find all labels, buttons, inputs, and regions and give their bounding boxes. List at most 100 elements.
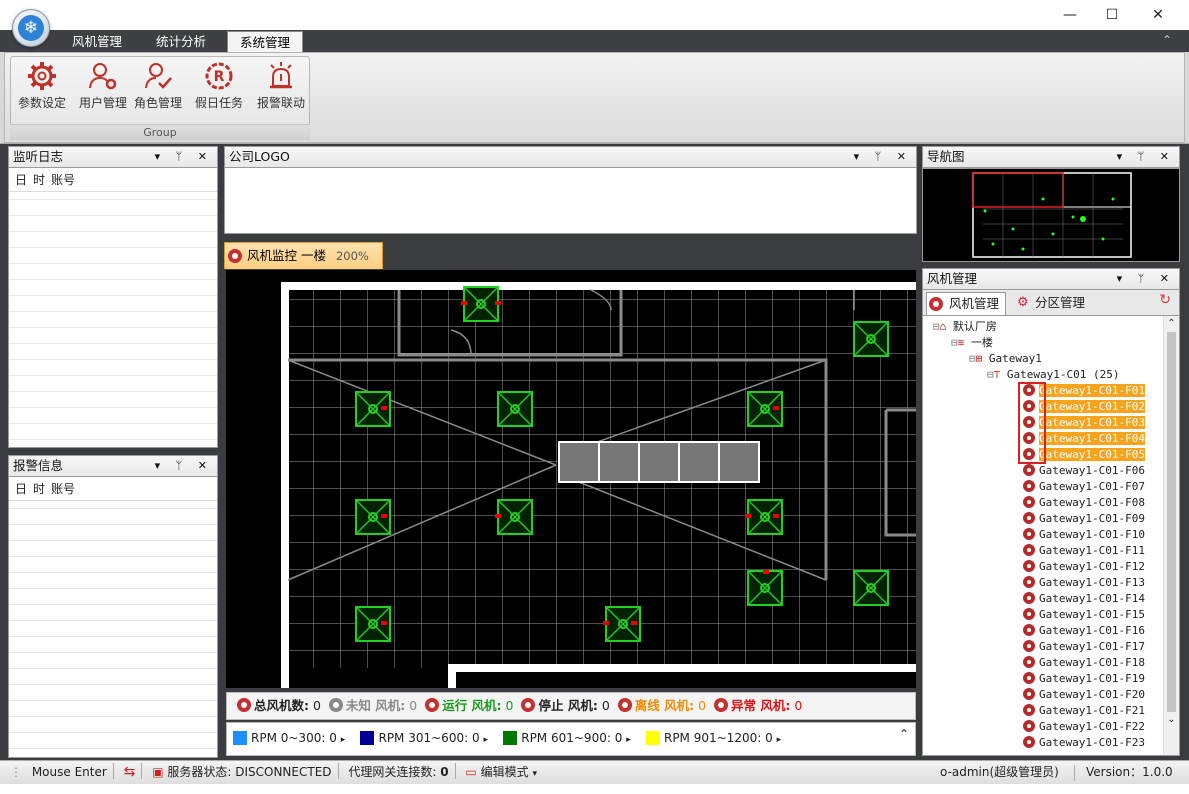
tree-fan-item[interactable]: Gateway1-C01-F17	[1023, 639, 1145, 655]
svg-text:R: R	[214, 69, 225, 85]
rpm-swatch	[233, 731, 247, 745]
tree-node-label: 一楼	[970, 336, 993, 349]
fan-unit[interactable]	[603, 606, 641, 642]
fan-unit[interactable]	[355, 391, 391, 427]
alarm-info-grid[interactable]: 日时账号	[8, 477, 218, 758]
chevron-right-icon[interactable]: ▸	[626, 735, 631, 745]
chevron-right-icon[interactable]: ▸	[777, 735, 782, 745]
fan-unit[interactable]	[355, 606, 391, 642]
scroll-up-icon[interactable]: ⌃	[1164, 316, 1179, 332]
tree-fan-item[interactable]: Gateway1-C01-F20	[1023, 687, 1145, 703]
tree-fan-item[interactable]: Gateway1-C01-F23	[1023, 735, 1145, 751]
fan-unit[interactable]	[853, 321, 889, 357]
fan-icon	[714, 698, 729, 712]
minimize-button[interactable]: —	[1056, 4, 1084, 26]
fan-unit[interactable]	[745, 499, 783, 535]
tree-fan-item[interactable]: Gateway1-C01-F21	[1023, 703, 1145, 719]
fan-icon	[1023, 656, 1035, 668]
panel-controls-icon[interactable]: ▾ ᛘ ✕	[1117, 269, 1175, 289]
scroll-down-icon[interactable]: ⌄	[1164, 712, 1179, 728]
chevron-right-icon[interactable]: ▸	[483, 735, 488, 745]
chevron-down-icon[interactable]: ▾	[532, 769, 537, 779]
fan-unit[interactable]	[461, 286, 501, 322]
collapse-toggle-icon[interactable]: ⊟	[969, 352, 976, 365]
title-bar	[0, 0, 1189, 30]
tab-zone-management[interactable]: ⚙ 分区管理	[1015, 292, 1105, 315]
fan-unit[interactable]	[497, 391, 533, 427]
tree-fan-item[interactable]: Gateway1-C01-F08	[1023, 495, 1145, 511]
tab-system-management[interactable]: 系统管理	[227, 31, 303, 52]
collapse-toggle-icon[interactable]: ⊟	[951, 336, 958, 349]
fan-unit[interactable]	[853, 570, 889, 606]
nav-map-header: 导航图 ▾ ᛘ ✕	[922, 146, 1180, 168]
rpm-swatch	[360, 731, 375, 745]
tree-node-factory[interactable]: ⊟⌂ 默认厂房	[933, 319, 997, 335]
version-label: Version：1.0.0	[1086, 765, 1173, 779]
collapse-toggle-icon[interactable]: ⊟	[933, 320, 940, 333]
alarm-linkage-button[interactable]: 报警联动	[251, 58, 311, 116]
tree-fan-item[interactable]: Gateway1-C01-F06	[1023, 463, 1145, 479]
tree-fan-item[interactable]: Gateway1-C01-F18	[1023, 655, 1145, 671]
floor-plan-canvas[interactable]	[226, 270, 916, 688]
scroll-thumb[interactable]	[1167, 332, 1176, 712]
stopped-fans-label: 停止 风机:	[538, 698, 598, 713]
collapse-toggle-icon[interactable]: ⊟	[987, 368, 994, 381]
tree-fan-item[interactable]: Gateway1-C01-F19	[1023, 671, 1145, 687]
fan-unit[interactable]	[747, 391, 783, 427]
tab-fan-monitor[interactable]: 风机监控 一楼 200%	[224, 242, 383, 269]
tree-scrollbar[interactable]: ⌃ ⌄	[1163, 316, 1179, 755]
tree-fan-item[interactable]: Gateway1-C01-F09	[1023, 511, 1145, 527]
nav-map-thumbnail[interactable]	[922, 168, 1180, 262]
panel-controls-icon[interactable]: ▾ ᛘ ✕	[1117, 147, 1175, 167]
registered-icon: R	[205, 62, 233, 90]
refresh-icon[interactable]: ↻	[1159, 292, 1171, 308]
tree-fan-item[interactable]: Gateway1-C01-F15	[1023, 607, 1145, 623]
layers-icon: ≋	[957, 336, 965, 349]
monitor-log-grid[interactable]: 日时账号	[8, 168, 218, 448]
fan-unit[interactable]	[355, 499, 391, 535]
chevron-right-icon[interactable]: ▸	[341, 735, 346, 745]
running-fans-label: 运行 风机:	[442, 698, 502, 713]
rpm-range-label: RPM 901~1200:	[663, 731, 762, 745]
monitor-icon: ▭	[465, 765, 477, 779]
tab-fan-list[interactable]: 风机管理	[926, 292, 1006, 315]
offline-fans-label: 离线 风机:	[634, 698, 695, 713]
tree-fan-item[interactable]: Gateway1-C01-F14	[1023, 591, 1145, 607]
tree-fan-label: Gateway1-C01-F15	[1039, 608, 1145, 621]
tab-statistics[interactable]: 统计分析	[144, 31, 218, 52]
tree-node-floor[interactable]: ⊟≋ 一楼	[951, 335, 993, 351]
edit-mode-dropdown[interactable]: 编辑模式	[481, 765, 529, 779]
fan-unit[interactable]	[747, 570, 783, 606]
tree-fan-item[interactable]: Gateway1-C01-F13	[1023, 575, 1145, 591]
tree-node-gateway[interactable]: ⊟⊞ Gateway1	[969, 351, 1042, 367]
fan-unit[interactable]	[495, 499, 533, 535]
role-management-button[interactable]: 角色管理	[128, 58, 188, 116]
tree-fan-label: Gateway1-C01-F01	[1039, 384, 1145, 397]
server-icon: ▣	[152, 765, 164, 779]
app-logo-button[interactable]: ❄	[12, 9, 50, 47]
tab-fan-management[interactable]: 风机管理	[60, 31, 134, 52]
chevron-up-icon[interactable]: ⌃	[899, 719, 909, 749]
fan-mgmt-tabs: 风机管理 ⚙ 分区管理 ↻	[922, 290, 1180, 316]
tree-fan-item[interactable]: Gateway1-C01-F07	[1023, 479, 1145, 495]
close-window-button[interactable]: ✕	[1144, 4, 1172, 26]
tree-fan-item[interactable]: Gateway1-C01-F16	[1023, 623, 1145, 639]
fan-tree[interactable]: ⊟⌂ 默认厂房 ⊟≋ 一楼 ⊟⊞ Gateway1 ⊟⊤ Gateway1-C0…	[922, 316, 1180, 756]
alarm-info-header: 报警信息 ▾ ᛘ ✕	[8, 455, 218, 477]
status-bar: ⋮ Mouse Enter ⇆ ▣ 服务器状态: DISCONNECTED 代理…	[0, 760, 1189, 784]
tree-fan-item[interactable]: Gateway1-C01-F11	[1023, 543, 1145, 559]
panel-controls-icon[interactable]: ▾ ᛘ ✕	[155, 147, 213, 167]
tree-fan-item[interactable]: Gateway1-C01-F10	[1023, 527, 1145, 543]
panel-controls-icon[interactable]: ▾ ᛘ ✕	[854, 147, 912, 167]
tree-node-group[interactable]: ⊟⊤ Gateway1-C01 (25)	[987, 367, 1119, 383]
sync-icon[interactable]: ⇆	[124, 764, 136, 780]
tree-fan-item[interactable]: Gateway1-C01-F22	[1023, 719, 1145, 735]
tree-fan-item[interactable]: Gateway1-C01-F12	[1023, 559, 1145, 575]
maximize-button[interactable]: ☐	[1098, 4, 1126, 26]
holiday-task-button[interactable]: R 假日任务	[189, 58, 249, 116]
running-fans-value: 0	[505, 698, 514, 713]
param-settings-button[interactable]: 参数设定	[12, 58, 72, 116]
panel-controls-icon[interactable]: ▾ ᛘ ✕	[155, 456, 213, 476]
fan-icon	[1023, 640, 1035, 652]
ribbon-collapse-button[interactable]: ⌃	[1162, 33, 1172, 47]
